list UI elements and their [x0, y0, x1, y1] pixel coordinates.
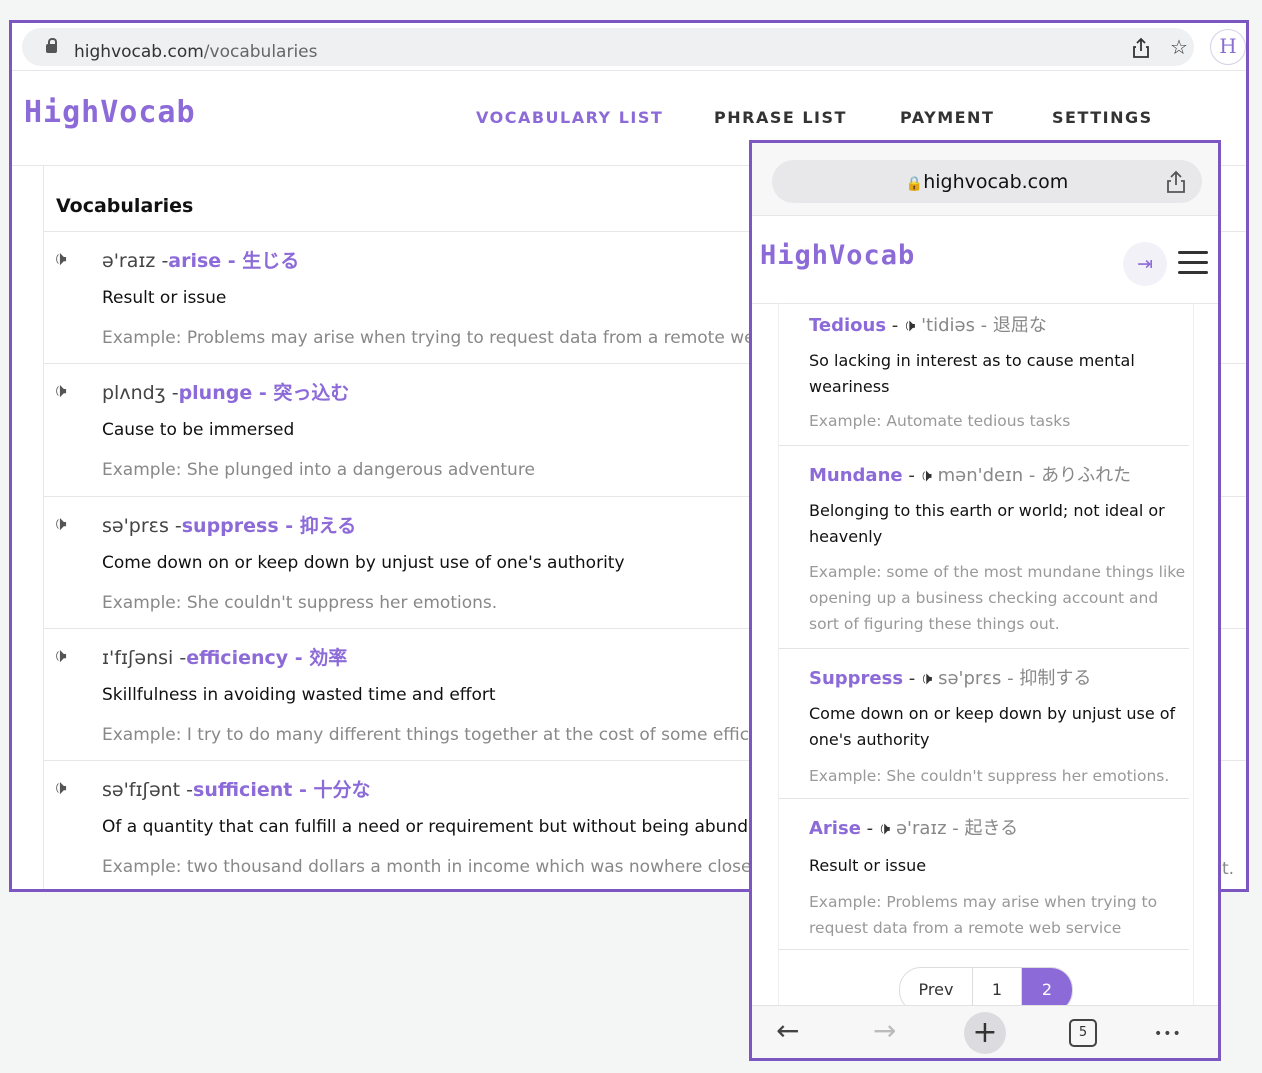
vocab-card: Suppress - 🕩 sə'prɛs - 抑制する Come down on… [779, 649, 1191, 799]
nav-vocabulary-list[interactable]: VOCABULARY LIST [476, 108, 663, 127]
new-tab-plus-icon[interactable]: + [964, 1012, 1006, 1054]
vocab-card-title: Arise - 🕩 ə'raɪz - 起きる [809, 818, 1019, 839]
lock-icon [46, 38, 57, 53]
logout-icon[interactable]: ⇥ [1123, 242, 1167, 286]
mobile-url-text[interactable]: 🔒highvocab.com [772, 171, 1202, 193]
speaker-icon[interactable]: 🕩 [54, 246, 67, 270]
vocab-word: Arise [809, 818, 861, 839]
mobile-url-domain: highvocab.com [923, 171, 1069, 193]
mobile-vocab-list: Tedious - 🕩 'tidiəs - 退屈な So lacking in … [778, 303, 1194, 1013]
address-bar[interactable]: highvocab.com/vocabularies ☆ [22, 28, 1194, 66]
vocab-phonetic: 'tidiəs - 退屈な [921, 315, 1047, 336]
vocab-definition: Come down on or keep down by unjust use … [102, 553, 625, 573]
vocab-card-title: Suppress - 🕩 sə'prɛs - 抑制する [809, 668, 1092, 689]
nav-phrase-list[interactable]: PHRASE LIST [714, 108, 847, 127]
speaker-icon[interactable]: 🕩 [879, 818, 890, 839]
url-text[interactable]: highvocab.com/vocabularies [74, 42, 317, 62]
vocab-phonetic: sə'prɛs - 抑制する [938, 668, 1092, 689]
vocab-phonetic: mən'deɪn - ありふれた [937, 465, 1132, 486]
vocab-word: sufficient - 十分な [193, 779, 371, 801]
mobile-toolbar: 🔒highvocab.com [752, 143, 1218, 215]
lock-icon: 🔒 [905, 176, 924, 192]
vocab-word: Tedious [809, 315, 887, 336]
mobile-address-bar[interactable]: 🔒highvocab.com [772, 160, 1202, 203]
mobile-toolbar-divider [752, 215, 1218, 216]
vocab-card: Arise - 🕩 ə'raɪz - 起きる Result or issue E… [779, 799, 1191, 950]
vocab-example: Example: She couldn't suppress her emoti… [809, 767, 1170, 785]
vocab-word: Mundane [809, 465, 903, 486]
vocab-title: sə'prɛs -suppress - 抑える [102, 511, 356, 538]
forward-arrow-icon[interactable]: → [873, 1016, 896, 1046]
speaker-icon[interactable]: 🕩 [921, 668, 932, 689]
vocab-example: Example: I try to do many different thin… [102, 725, 785, 745]
clipped-text: t. [1222, 859, 1235, 879]
speaker-icon[interactable]: 🕩 [904, 315, 915, 336]
url-domain: highvocab.com [74, 42, 204, 62]
vocab-definition: So lacking in interest as to cause menta… [809, 351, 1135, 396]
speaker-icon[interactable]: 🕩 [54, 643, 67, 667]
vocab-card-title: Tedious - 🕩 'tidiəs - 退屈な [809, 315, 1047, 336]
card-divider [779, 949, 1189, 950]
vocab-definition: Belonging to this earth or world; not id… [809, 501, 1165, 546]
vocab-definition: Result or issue [102, 288, 227, 308]
vocab-title: sə'fɪʃənt -sufficient - 十分な [102, 775, 370, 802]
share-icon[interactable] [1166, 170, 1186, 194]
nav-payment[interactable]: PAYMENT [900, 108, 994, 127]
speaker-icon[interactable]: 🕩 [54, 775, 67, 799]
more-menu-icon[interactable]: ••• [1154, 1019, 1182, 1049]
hamburger-menu-icon[interactable] [1178, 251, 1208, 275]
vocab-definition: Of a quantity that can fulfill a need or… [102, 817, 776, 837]
brand-logo[interactable]: HighVocab [24, 95, 196, 130]
speaker-icon[interactable]: 🕩 [54, 511, 67, 535]
vocab-example: Example: Problems may arise when trying … [809, 893, 1158, 937]
vocab-word: Suppress [809, 668, 904, 689]
vocab-phonetic: plʌndʒ - [102, 382, 179, 404]
profile-avatar[interactable]: H [1210, 29, 1246, 65]
mobile-browser-window: 🔒highvocab.com HighVocab ⇥ Tedious - 🕩 '… [749, 140, 1221, 1061]
vocab-example: Example: Problems may arise when trying … [102, 328, 780, 348]
mobile-bottom-bar: ← → + 5 ••• [752, 1005, 1218, 1058]
vocab-phonetic: sə'prɛs - [102, 515, 182, 537]
vocab-example: Example: She plunged into a dangerous ad… [102, 460, 535, 480]
vocab-phonetic: ɪ'fɪʃənsi - [102, 647, 187, 669]
speaker-icon[interactable]: 🕩 [54, 378, 67, 402]
speaker-icon[interactable]: 🕩 [921, 465, 932, 486]
toolbar-divider [12, 70, 1246, 71]
tabs-count-icon[interactable]: 5 [1069, 1019, 1097, 1047]
share-icon[interactable] [1132, 37, 1150, 59]
vocab-example: Example: some of the most mundane things… [809, 563, 1186, 633]
vocab-title: ə'raɪz -arise - 生じる [102, 246, 299, 273]
vocab-title: plʌndʒ -plunge - 突っ込む [102, 378, 349, 405]
vocab-word: suppress - 抑える [181, 515, 357, 537]
vocab-word: efficiency - 効率 [186, 647, 348, 669]
back-arrow-icon[interactable]: ← [776, 1016, 799, 1046]
vocab-card: Mundane - 🕩 mən'deɪn - ありふれた Belonging t… [779, 446, 1191, 649]
vocab-example: Example: She couldn't suppress her emoti… [102, 593, 498, 613]
vocab-phonetic: ə'raɪz - [102, 250, 169, 272]
vocab-definition: Come down on or keep down by unjust use … [809, 704, 1176, 749]
vocab-definition: Result or issue [809, 856, 927, 875]
vocab-card: Tedious - 🕩 'tidiəs - 退屈な So lacking in … [779, 303, 1191, 446]
mobile-brand-logo[interactable]: HighVocab [760, 240, 915, 271]
vocab-title: ɪ'fɪʃənsi -efficiency - 効率 [102, 643, 347, 670]
page-title: Vocabularies [56, 195, 194, 217]
vocab-definition: Skillfulness in avoiding wasted time and… [102, 685, 496, 705]
nav-settings[interactable]: SETTINGS [1052, 108, 1153, 127]
vocab-example: Example: two thousand dollars a month in… [102, 857, 774, 877]
vocab-card-title: Mundane - 🕩 mən'deɪn - ありふれた [809, 465, 1132, 486]
vocab-word: plunge - 突っ込む [178, 382, 350, 404]
vocab-phonetic: ə'raɪz - 起きる [895, 818, 1019, 839]
vocab-word: arise - 生じる [168, 250, 300, 272]
vocab-definition: Cause to be immersed [102, 420, 295, 440]
vocab-example: Example: Automate tedious tasks [809, 412, 1071, 430]
vocab-phonetic: sə'fɪʃənt - [102, 779, 194, 801]
url-path: /vocabularies [203, 42, 318, 62]
bookmark-star-icon[interactable]: ☆ [1170, 37, 1188, 57]
